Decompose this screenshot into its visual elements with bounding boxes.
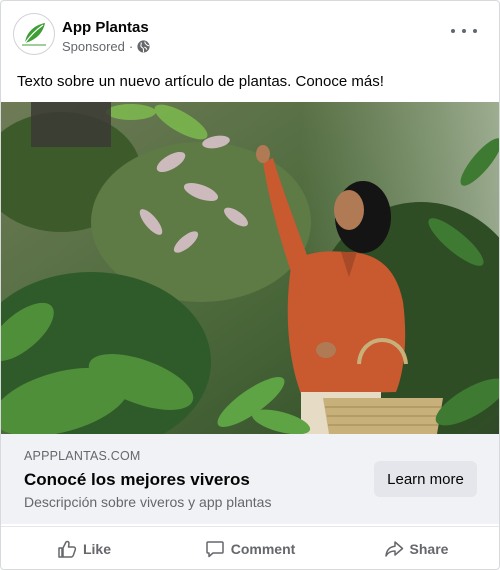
learn-more-button[interactable]: Learn more xyxy=(374,461,477,497)
share-icon xyxy=(384,540,403,557)
comment-label: Comment xyxy=(230,540,296,557)
sponsored-post-card: App Plantas Sponsored · Texto sobre un n… xyxy=(0,0,500,570)
sponsored-label[interactable]: Sponsored xyxy=(62,39,125,54)
ad-link-panel[interactable]: APPPLANTAS.COM Conocé los mejores vivero… xyxy=(1,434,499,524)
plant-nursery-photo xyxy=(1,102,499,434)
page-avatar[interactable] xyxy=(13,13,55,55)
ad-headline[interactable]: Conocé los mejores viveros xyxy=(24,470,250,490)
post-header: App Plantas Sponsored · xyxy=(1,1,499,63)
leaf-logo-icon xyxy=(22,23,46,46)
globe-icon[interactable] xyxy=(137,40,150,53)
comment-icon xyxy=(205,540,224,557)
post-actions-bar: Like Comment Share xyxy=(1,526,499,569)
like-button[interactable]: Like xyxy=(1,527,167,569)
more-options-icon xyxy=(451,29,455,33)
post-text: Texto sobre un nuevo artículo de plantas… xyxy=(17,73,384,90)
share-button[interactable]: Share xyxy=(333,527,499,569)
comment-button[interactable]: Comment xyxy=(167,527,333,569)
like-label: Like xyxy=(82,540,111,557)
post-meta: Sponsored · xyxy=(62,39,150,54)
post-image[interactable] xyxy=(1,102,499,434)
meta-separator: · xyxy=(128,39,134,54)
share-label: Share xyxy=(409,540,449,557)
ad-description: Descripción sobre viveros y app plantas xyxy=(24,494,272,510)
like-icon xyxy=(58,540,77,558)
page-name[interactable]: App Plantas xyxy=(62,19,149,36)
ad-domain[interactable]: APPPLANTAS.COM xyxy=(24,449,140,463)
more-options-button[interactable] xyxy=(451,21,477,41)
